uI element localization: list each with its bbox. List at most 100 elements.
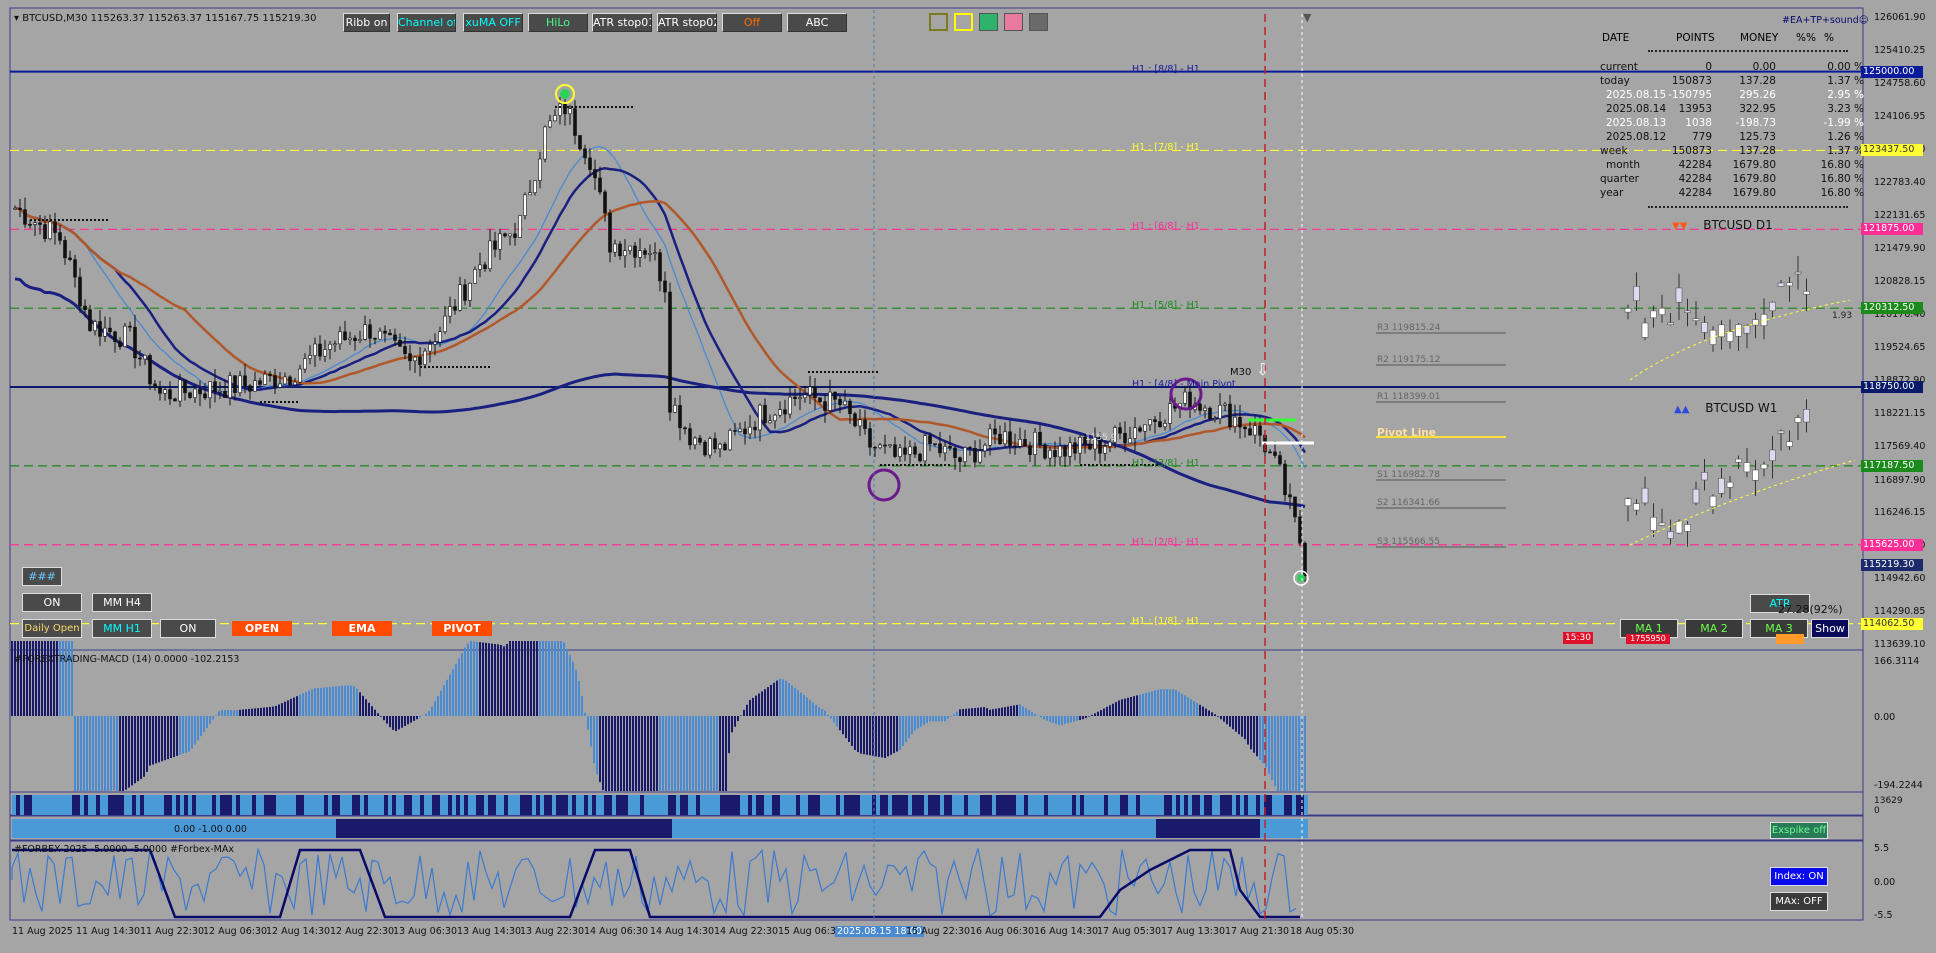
color-swatch[interactable] — [929, 13, 948, 31]
stats-row: 2025.08.14 13953 322.95 3.23 % — [1596, 102, 1864, 116]
toolbar-button-abc[interactable]: ABC — [787, 13, 847, 32]
strip1-cell — [1004, 795, 1008, 815]
toolbar-button-atr-stop02[interactable]: ATR stop02 — [657, 13, 717, 32]
strip1-cell — [716, 795, 720, 815]
candle-body — [638, 250, 642, 258]
strip2-cell — [680, 819, 684, 838]
candle-body — [388, 332, 392, 336]
strip1-cell — [584, 795, 588, 815]
color-swatch[interactable] — [1004, 13, 1023, 31]
candle-body — [1278, 455, 1282, 465]
toolbar-button-atr-stop01[interactable]: ATR stop01 — [592, 13, 652, 32]
candle-body — [1118, 427, 1122, 434]
stats-row: current 0 0.00 0.00 % — [1596, 60, 1864, 74]
candle-body — [273, 375, 277, 388]
on2-button[interactable]: ON — [160, 619, 216, 638]
candle-body — [353, 337, 357, 341]
max-button[interactable]: MAx: OFF — [1770, 892, 1828, 911]
strip1-cell — [1236, 795, 1240, 815]
strip1-cell — [1028, 795, 1032, 815]
color-swatch[interactable] — [1029, 13, 1048, 31]
strip1-cell — [404, 795, 408, 815]
toolbar-button-ribb-on[interactable]: Ribb on — [343, 13, 390, 32]
mm-h1-button[interactable]: MM H1 — [92, 619, 152, 638]
strip1-cell — [444, 795, 448, 815]
open-button[interactable]: OPEN — [232, 621, 292, 636]
price-scale-label: 119524.65 — [1874, 341, 1926, 353]
collapse-arrow-icon[interactable]: ▾ — [14, 13, 19, 24]
strip2-cell — [788, 819, 792, 838]
daily-open-button[interactable]: Daily Open — [22, 619, 82, 638]
show-button[interactable]: Show — [1811, 619, 1849, 638]
murrey-label: H1 : [3/8] - H1 — [1132, 457, 1200, 469]
color-swatch[interactable] — [954, 13, 973, 31]
strip2-cell — [112, 819, 116, 838]
mini-candle-body — [1633, 286, 1640, 301]
ema-button[interactable]: EMA — [332, 621, 392, 636]
main-chart-border — [9, 7, 1864, 651]
strip1-cell — [1036, 795, 1040, 815]
strip1-cell — [156, 795, 160, 815]
strip2-cell — [860, 819, 864, 838]
strip2-cell — [116, 819, 120, 838]
strip2-cell — [1024, 819, 1028, 838]
candle-body — [863, 419, 867, 429]
candle-body — [323, 349, 327, 357]
candle-body — [1198, 403, 1202, 411]
time-axis-label: 17 Aug 05:30 — [1097, 926, 1162, 937]
strip2-cell — [424, 819, 428, 838]
strip1-cell — [340, 795, 344, 815]
strip2-cell — [1060, 819, 1064, 838]
mm-h4-button[interactable]: MM H4 — [92, 593, 152, 612]
ma2-button[interactable]: MA 2 — [1685, 619, 1743, 638]
candle-body — [1283, 463, 1287, 496]
atr-value: 27.28(92%) — [1778, 603, 1843, 616]
strip2-cell — [32, 819, 36, 838]
strip2-cell — [408, 819, 412, 838]
macd-scale-label: -194.2244 — [1874, 780, 1923, 791]
pivot-label: S3 115566.55 — [1377, 537, 1440, 547]
strip2-cell — [724, 819, 728, 838]
exspike-button[interactable]: Exspike off — [1770, 822, 1828, 839]
strip2-cell — [1072, 819, 1076, 838]
strip1-cell — [620, 795, 624, 815]
toolbar-button-xuma-off[interactable]: xuMA OFF — [463, 13, 523, 32]
strip2-cell — [516, 819, 520, 838]
toolbar-button-hilo[interactable]: HiLo — [528, 13, 588, 32]
strip2-cell — [360, 819, 364, 838]
strip1-cell — [368, 795, 372, 815]
strip1-cell — [1224, 795, 1228, 815]
forbex-label: #FORBEX-2025 -5.0000 -5.0000 #Forbex-MAx — [14, 844, 234, 855]
index-button[interactable]: Index: ON — [1770, 867, 1828, 886]
pivot-button[interactable]: PIVOT — [432, 621, 492, 636]
toolbar-button-off[interactable]: Off — [722, 13, 782, 32]
candle-body — [1148, 419, 1152, 426]
mini-candle-body — [1641, 487, 1649, 504]
color-swatch[interactable] — [979, 13, 998, 31]
strip1-cell — [1068, 795, 1072, 815]
strip1-cell — [704, 795, 708, 815]
strip2-cell — [1260, 819, 1264, 838]
candle-body — [938, 443, 942, 454]
chart-shift-arrow-icon[interactable]: ▼ — [1303, 11, 1311, 24]
candle-body — [153, 383, 157, 388]
strip2-cell — [1012, 819, 1016, 838]
hash-button[interactable]: ### — [22, 567, 62, 586]
strip1-cell — [1168, 795, 1172, 815]
strip1-cell — [896, 795, 900, 815]
candle-body — [268, 373, 272, 376]
time-axis-label: 16 Aug 06:30 — [970, 926, 1035, 937]
candle-body — [393, 334, 397, 341]
strip2-cell — [848, 819, 852, 838]
down-arrows-icon: ▼▼ — [1672, 221, 1688, 232]
indicator-label: #EA+TP+sound☺ — [1782, 15, 1869, 26]
strip1-cell — [360, 795, 364, 815]
strip2-cell — [936, 819, 940, 838]
toolbar-button-channel-off[interactable]: Channel off — [397, 13, 456, 32]
mini-candle-body — [1735, 458, 1742, 463]
on-button[interactable]: ON — [22, 593, 82, 612]
price-tag: 121875.00 — [1861, 223, 1923, 236]
strip2-cell — [1108, 819, 1112, 838]
candle-body — [143, 355, 147, 360]
time-axis-label: 11 Aug 2025 — [12, 926, 73, 937]
